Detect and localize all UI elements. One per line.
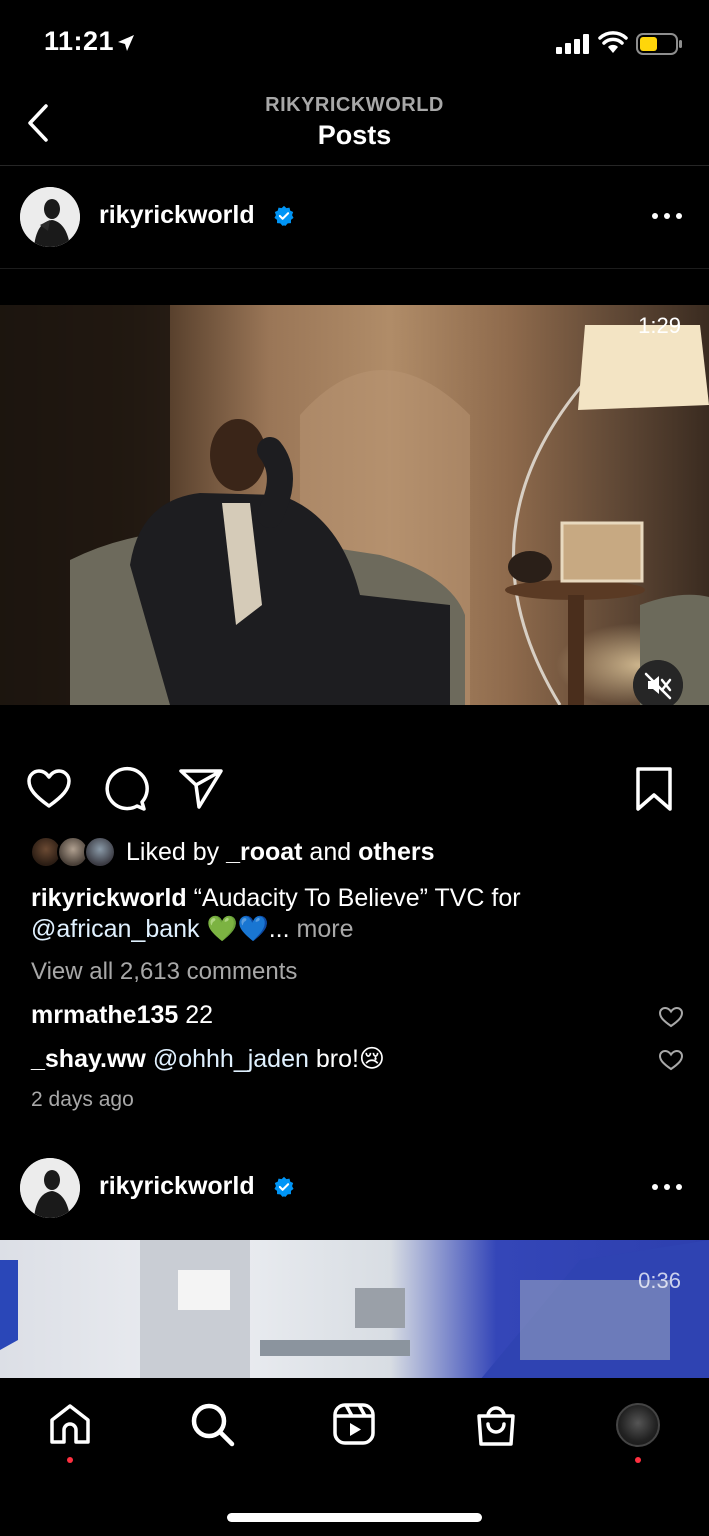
likes-summary[interactable]: Liked by _rooat and others bbox=[30, 836, 680, 868]
bottom-tab-bar bbox=[0, 1378, 709, 1536]
caption-emoji: 💚💙 bbox=[199, 915, 269, 943]
comment-mention[interactable]: @ohhh_jaden bbox=[146, 1045, 309, 1073]
notification-dot bbox=[635, 1457, 641, 1463]
save-button[interactable] bbox=[630, 765, 678, 813]
likes-text: Liked by _rooat and others bbox=[126, 838, 434, 867]
divider bbox=[0, 268, 709, 269]
verified-badge-icon bbox=[274, 205, 294, 226]
post-header: rikyrickworld bbox=[0, 1138, 709, 1238]
battery-icon bbox=[636, 33, 682, 55]
view-all-comments-link[interactable]: View all 2,613 comments bbox=[31, 958, 297, 986]
post-username[interactable]: rikyrickworld bbox=[99, 1172, 255, 1201]
video-duration: 1:29 bbox=[638, 313, 681, 338]
avatar[interactable] bbox=[20, 187, 80, 247]
comment-username[interactable]: mrmathe135 bbox=[31, 1001, 178, 1029]
liker-avatar bbox=[84, 836, 116, 868]
status-bar: 11:21 bbox=[0, 0, 709, 88]
post-video[interactable]: 0:36 bbox=[0, 1240, 709, 1380]
caption-ellipsis: ... bbox=[268, 915, 297, 943]
comment-button[interactable] bbox=[101, 765, 149, 813]
header-subtitle: RIKYRICKWORLD bbox=[265, 94, 444, 116]
notification-dot bbox=[67, 1457, 73, 1463]
post-video[interactable]: 1:29 bbox=[0, 305, 709, 705]
shop-tab[interactable] bbox=[472, 1400, 520, 1448]
search-tab[interactable] bbox=[188, 1400, 236, 1448]
reels-tab[interactable] bbox=[330, 1400, 378, 1448]
share-button[interactable] bbox=[177, 765, 225, 813]
post-username[interactable]: rikyrickworld bbox=[99, 201, 255, 230]
posts-header: RIKYRICKWORLD Posts bbox=[0, 88, 709, 166]
post-caption: rikyrickworld “Audacity To Believe” TVC … bbox=[31, 883, 681, 945]
avatar[interactable] bbox=[20, 1158, 80, 1218]
comment-like-icon[interactable] bbox=[658, 1005, 684, 1029]
cellular-signal-icon bbox=[556, 34, 589, 54]
home-indicator bbox=[227, 1513, 482, 1522]
video-frame bbox=[0, 1240, 709, 1380]
comment-text: 22 bbox=[178, 1001, 214, 1029]
liked-by-others[interactable]: others bbox=[358, 838, 434, 866]
mute-button[interactable] bbox=[633, 660, 683, 705]
profile-tab[interactable] bbox=[616, 1403, 660, 1447]
caption-username[interactable]: rikyrickworld bbox=[31, 884, 187, 912]
page-title: Posts bbox=[317, 120, 392, 150]
comment-username[interactable]: _shay.ww bbox=[31, 1045, 146, 1073]
more-options-button[interactable] bbox=[651, 1182, 683, 1192]
like-button[interactable] bbox=[25, 765, 73, 813]
comment-text: bro!😢 bbox=[308, 1045, 385, 1073]
post-timestamp: 2 days ago bbox=[31, 1088, 134, 1111]
video-duration: 0:36 bbox=[638, 1268, 681, 1293]
comment-row: _shay.ww @ohhh_jaden bro!😢 bbox=[31, 1044, 651, 1074]
video-frame bbox=[0, 305, 709, 705]
more-options-button[interactable] bbox=[651, 211, 683, 221]
caption-text: “Audacity To Believe” TVC for bbox=[186, 884, 521, 912]
post-actions bbox=[0, 765, 709, 815]
status-time: 11:21 bbox=[44, 26, 115, 56]
caption-more-link[interactable]: more bbox=[297, 915, 354, 943]
home-tab[interactable] bbox=[46, 1400, 94, 1448]
likes-and: and bbox=[302, 838, 359, 866]
comment-row: mrmathe135 22 bbox=[31, 1001, 651, 1030]
wifi-icon bbox=[598, 31, 628, 53]
post-header: rikyrickworld bbox=[0, 167, 709, 267]
verified-badge-icon bbox=[274, 1176, 294, 1197]
liked-by-user[interactable]: _rooat bbox=[226, 838, 302, 866]
likes-prefix: Liked by bbox=[126, 838, 227, 866]
location-arrow-icon bbox=[118, 35, 134, 51]
comment-like-icon[interactable] bbox=[658, 1048, 684, 1072]
caption-mention[interactable]: @african_bank bbox=[31, 915, 200, 943]
